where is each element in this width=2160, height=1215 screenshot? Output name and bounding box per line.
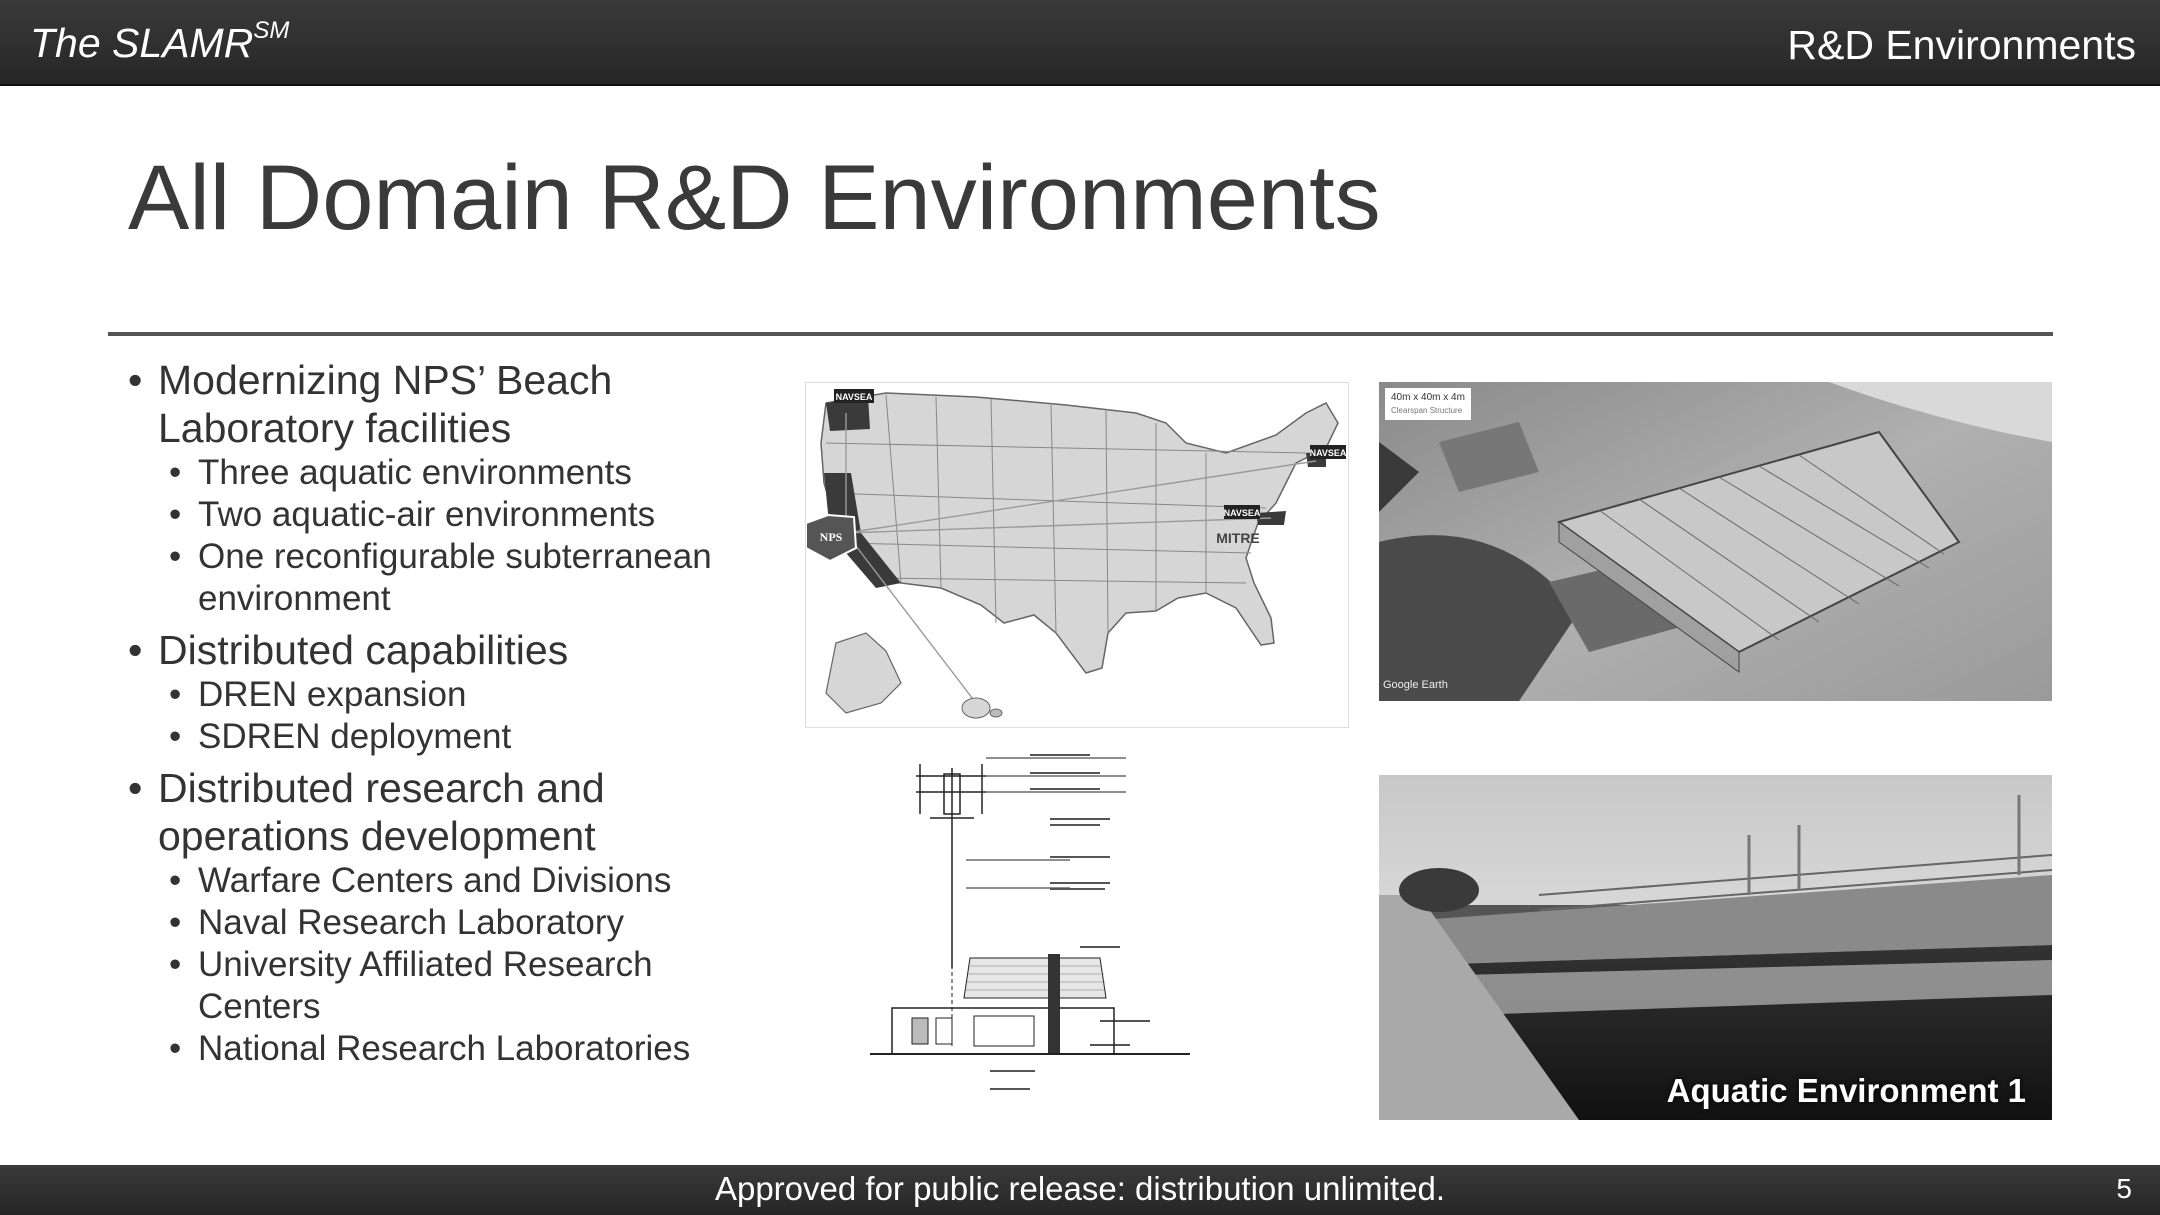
sub-bullet: • Naval Research Laboratory — [169, 903, 625, 942]
title-divider — [108, 332, 2053, 336]
sub-bullet: • University Affiliated Research Centers — [169, 945, 653, 1026]
aquatic-environment-photo: Aquatic Environment 1 — [1379, 775, 2052, 1120]
dimension-tag: 40m x 40m x 4m Clearspan Structure — [1385, 388, 1471, 420]
bullet-distributed-capabilities: • Distributed capabilities — [128, 627, 569, 673]
service-mark: SM — [253, 17, 290, 45]
bullet-beach-lab: • Modernizing NPS’ Beach Laboratory facil… — [128, 357, 613, 451]
bullet-list: • Modernizing NPS’ Beach Laboratory facil… — [128, 356, 768, 1070]
map-label: NAVSEA — [836, 392, 873, 402]
map-label-mitre: MITRE — [1216, 530, 1260, 546]
sub-bullet: • DREN expansion — [169, 675, 467, 714]
aerial-photo: 40m x 40m x 4m Clearspan Structure Googl… — [1379, 382, 2052, 701]
footer-bar: Approved for public release: distributio… — [0, 1165, 2160, 1215]
bullet-distributed-research: • Distributed research and operations dev… — [128, 765, 605, 859]
us-map-graphic: NAVSEA NAVSEA NAVSEA MITRE NPS — [805, 389, 1347, 719]
sub-bullet: • National Research Laboratories — [169, 1029, 691, 1068]
sub-bullet: • SDREN deployment — [169, 717, 512, 756]
aquatic-photo-graphic — [1379, 775, 2052, 1120]
release-statement: Approved for public release: distributio… — [714, 1170, 1446, 1207]
aerial-photo-graphic — [1379, 382, 2052, 701]
slide-title: All Domain R&D Environments — [128, 147, 1381, 249]
drawing-graphic — [870, 754, 1190, 1090]
sub-bullet: • Three aquatic environments — [169, 453, 632, 492]
tower-elevation-drawing — [870, 748, 1190, 1106]
page-number: 5 — [2116, 1173, 2132, 1204]
header-bar: The SLAMRSM R&D Environments — [0, 0, 2160, 86]
map-label-nps: NPS — [820, 530, 843, 544]
sub-bullet: • Two aquatic-air environments — [169, 495, 656, 534]
photo-caption: Aquatic Environment 1 — [1666, 1072, 2026, 1109]
sub-bullet: • One reconfigurable subterranean environ… — [169, 537, 712, 618]
us-map-image: NAVSEA NAVSEA NAVSEA MITRE NPS — [805, 382, 1349, 728]
brand-title: The SLAMRSM — [30, 17, 290, 66]
map-label: NAVSEA — [1310, 448, 1347, 458]
section-title: R&D Environments — [1787, 22, 2136, 68]
map-label: NAVSEA — [1224, 508, 1261, 518]
sub-bullet: • Warfare Centers and Divisions — [169, 861, 672, 900]
google-earth-credit: Google Earth — [1383, 679, 1448, 691]
